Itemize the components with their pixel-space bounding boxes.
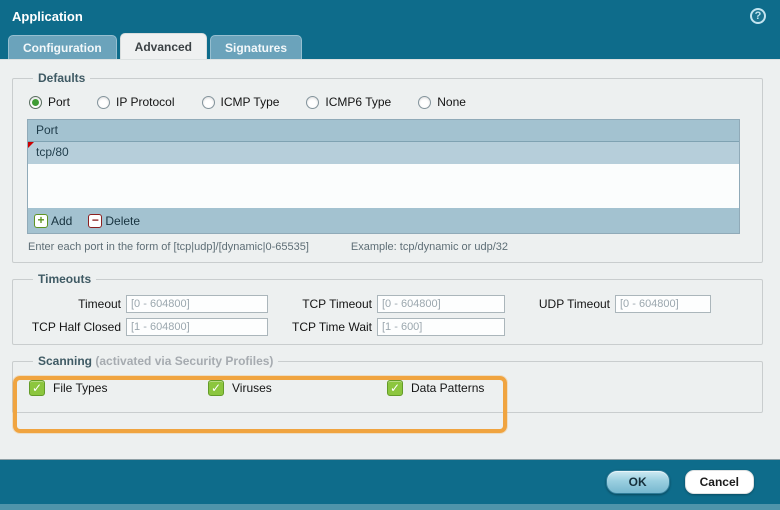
content-panel: Defaults Port IP Protocol ICMP Type ICMP… [0,59,780,459]
port-example-hint: Example: tcp/dynamic or udp/32 [350,241,509,253]
delete-glyph: − [91,213,99,227]
check-glyph: ✓ [31,381,43,395]
add-glyph: + [37,213,45,227]
checkbox-data-patterns[interactable]: ✓ Data Patterns [387,380,566,396]
defaults-fieldset: Defaults Port IP Protocol ICMP Type ICMP… [12,71,763,263]
add-icon: + [34,213,48,228]
radio-port-label: Port [48,95,71,109]
tcp-half-closed-input[interactable] [126,318,268,336]
tcp-timeout-label: TCP Timeout [302,297,372,311]
help-icon[interactable]: ? [750,8,766,24]
udp-timeout-label: UDP Timeout [538,297,610,311]
radio-icmp-type-label: ICMP Type [220,95,280,109]
checkbox-viruses[interactable]: ✓ Viruses [208,380,387,396]
tcp-timeout-input[interactable] [377,295,505,313]
tcp-half-closed-field: TCP Half Closed [25,318,268,336]
scanning-checkbox-group: ✓ File Types ✓ Viruses ✓ Data Patterns [29,380,752,396]
radio-selected-icon [29,95,42,109]
data-patterns-label: Data Patterns [411,381,485,395]
add-button[interactable]: + Add [34,213,73,228]
tcp-timeout-field: TCP Timeout [268,295,505,313]
timeouts-fieldset: Timeouts Timeout TCP Timeout UDP Timeout… [12,272,763,345]
timeout-label: Timeout [78,297,121,311]
radio-none-label: None [437,95,466,109]
udp-timeout-input[interactable] [615,295,711,313]
timeouts-row-1: Timeout TCP Timeout UDP Timeout [25,295,752,313]
radio-icon [418,95,432,109]
radio-icon [306,95,320,109]
checked-checkbox-icon: ✓ [387,380,403,396]
tab-signatures[interactable]: Signatures [210,35,303,59]
delete-button-label: Delete [105,213,141,228]
checked-checkbox-icon: ✓ [29,380,45,396]
scanning-fieldset: Scanning (activated via Security Profile… [12,354,763,413]
dialog-bottom-edge [0,504,780,510]
dialog-footer: OK Cancel [0,459,780,504]
help-glyph: ? [754,10,762,22]
delete-icon: − [88,213,103,228]
radio-ip-protocol-label: IP Protocol [116,95,175,109]
defaults-legend: Defaults [38,71,86,85]
radio-port[interactable]: Port [29,95,70,109]
radio-ip-protocol[interactable]: IP Protocol [97,95,175,109]
scanning-legend: Scanning (activated via Security Profile… [33,354,278,368]
file-types-label: File Types [53,381,108,395]
port-table-empty-area[interactable] [28,164,739,208]
add-button-label: Add [51,213,73,228]
radio-icmp6-type-label: ICMP6 Type [325,95,392,109]
port-hint-row: Enter each port in the form of [tcp|udp]… [28,241,752,253]
radio-icmp6-type[interactable]: ICMP6 Type [306,95,391,109]
dirty-cell-marker-icon [28,142,34,148]
tcp-half-closed-label: TCP Half Closed [31,320,121,334]
tab-configuration[interactable]: Configuration [8,35,117,59]
tcp-time-wait-label: TCP Time Wait [291,320,372,334]
ok-button[interactable]: OK [605,470,670,494]
timeout-input[interactable] [126,295,268,313]
tab-strip: Configuration Advanced Signatures [0,32,780,59]
port-table-toolbar: + Add − Delete [28,208,739,233]
table-row[interactable]: tcp/80 [28,142,739,164]
tab-advanced[interactable]: Advanced [119,33,208,59]
tcp-time-wait-field: TCP Time Wait [268,318,505,336]
delete-button[interactable]: − Delete [88,213,141,228]
radio-icon [201,95,215,109]
radio-icmp-type[interactable]: ICMP Type [201,95,280,109]
port-table-header[interactable]: Port [28,120,739,142]
udp-timeout-field: UDP Timeout [505,295,711,313]
port-table: Port tcp/80 + Add − Delete [27,119,740,234]
dialog-title: Application [12,8,83,24]
radio-none[interactable]: None [418,95,466,109]
check-glyph: ✓ [210,381,222,395]
tcp-time-wait-input[interactable] [377,318,505,336]
defaults-radio-group: Port IP Protocol ICMP Type ICMP6 Type No… [29,95,752,109]
dialog-titlebar: Application ? [0,0,780,32]
checkbox-file-types[interactable]: ✓ File Types [29,380,208,396]
cancel-button[interactable]: Cancel [684,470,754,494]
scanning-legend-title: Scanning [38,354,93,368]
timeouts-legend: Timeouts [38,272,92,286]
scanning-legend-note: (activated via Security Profiles) [95,354,274,368]
port-cell-value: tcp/80 [36,145,69,159]
checked-checkbox-icon: ✓ [208,380,224,396]
timeouts-row-2: TCP Half Closed TCP Time Wait [25,318,752,336]
timeout-field: Timeout [25,295,268,313]
port-format-hint: Enter each port in the form of [tcp|udp]… [28,241,309,253]
radio-icon [97,95,111,109]
viruses-label: Viruses [232,381,272,395]
check-glyph: ✓ [389,381,401,395]
